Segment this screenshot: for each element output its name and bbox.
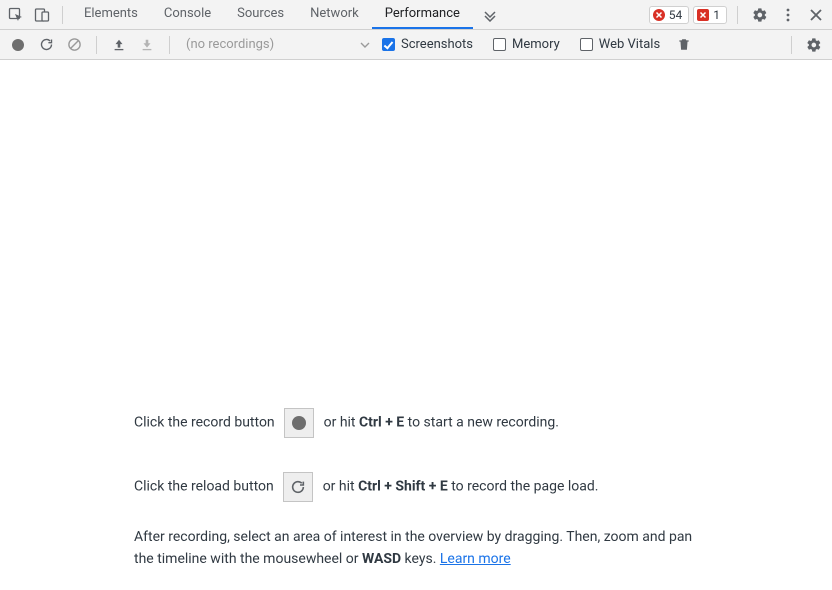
error-icon: [653, 9, 665, 21]
divider: [96, 36, 97, 54]
device-toolbar-icon[interactable]: [30, 3, 54, 27]
divider: [169, 36, 170, 54]
help-line-reload: Click the reload button or hit Ctrl + Sh…: [134, 472, 694, 502]
reload-icon: [283, 472, 313, 502]
record-button[interactable]: [6, 33, 30, 57]
recordings-placeholder: (no recordings): [186, 37, 274, 52]
checkbox-icon: [493, 38, 506, 51]
errors-count: 54: [669, 8, 683, 22]
divider: [791, 36, 792, 54]
chevron-down-icon: [360, 40, 370, 50]
settings-icon[interactable]: [748, 3, 772, 27]
issues-count: 1: [713, 8, 720, 22]
checkbox-icon: [382, 38, 395, 51]
garbage-collect-button[interactable]: [672, 33, 696, 57]
tab-elements[interactable]: Elements: [71, 0, 151, 29]
tab-network[interactable]: Network: [297, 0, 372, 29]
download-profile-button: [135, 33, 159, 57]
clear-button[interactable]: [62, 33, 86, 57]
more-tabs-icon[interactable]: [473, 0, 507, 29]
screenshots-checkbox[interactable]: Screenshots: [382, 37, 473, 52]
upload-profile-button[interactable]: [107, 33, 131, 57]
tab-performance[interactable]: Performance: [372, 0, 473, 29]
divider: [737, 6, 738, 24]
close-icon[interactable]: [804, 3, 828, 27]
more-menu-icon[interactable]: [776, 3, 800, 27]
webvitals-label: Web Vitals: [599, 37, 660, 52]
webvitals-checkbox[interactable]: Web Vitals: [580, 37, 660, 52]
learn-more-link[interactable]: Learn more: [440, 551, 511, 567]
inspect-element-icon[interactable]: [4, 3, 28, 27]
tab-sources[interactable]: Sources: [224, 0, 297, 29]
capture-settings-icon[interactable]: [802, 33, 826, 57]
memory-label: Memory: [512, 37, 560, 52]
memory-checkbox[interactable]: Memory: [493, 37, 560, 52]
reload-record-button[interactable]: [34, 33, 58, 57]
errors-badge[interactable]: 54: [649, 6, 690, 24]
issues-badge[interactable]: 1: [693, 6, 727, 24]
recordings-select[interactable]: (no recordings): [180, 37, 370, 52]
tab-console[interactable]: Console: [151, 0, 224, 29]
help-line-after: After recording, select an area of inter…: [134, 526, 694, 571]
issue-icon: [697, 9, 709, 21]
help-line-record: Click the record button or hit Ctrl + E …: [134, 408, 694, 438]
performance-empty-state: Click the record button or hit Ctrl + E …: [0, 60, 832, 590]
record-icon: [284, 408, 314, 438]
checkbox-icon: [580, 38, 593, 51]
screenshots-label: Screenshots: [401, 37, 473, 52]
divider: [62, 6, 63, 24]
